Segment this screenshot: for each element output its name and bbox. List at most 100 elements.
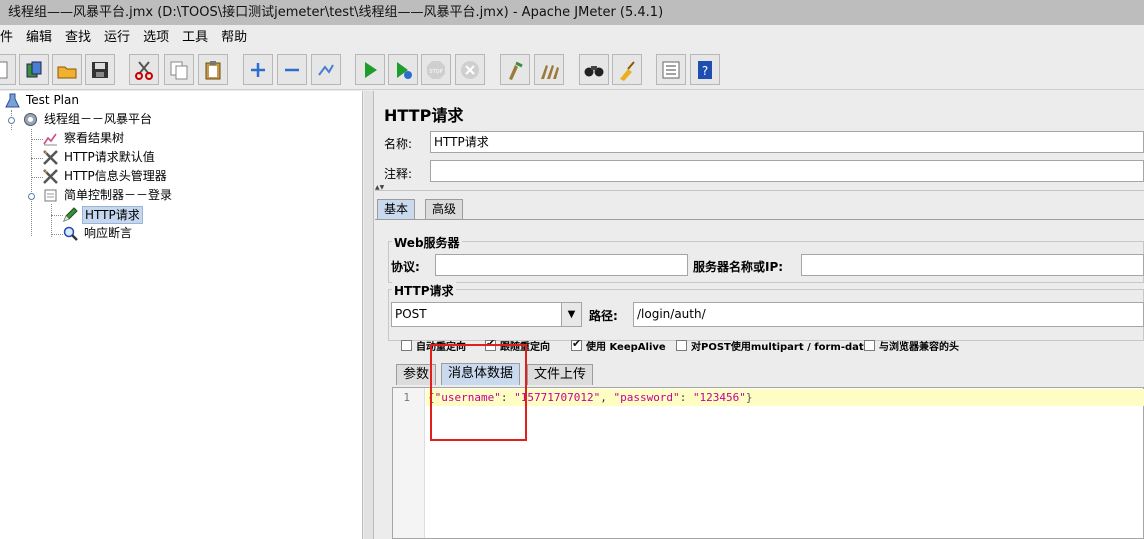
window-title-bar: 线程组——风暴平台.jmx (D:\TOOS\接口测试jemeter\test\… (0, 0, 1144, 25)
start-button[interactable] (355, 54, 385, 85)
templates-icon (26, 61, 42, 77)
copy-icon (170, 61, 188, 79)
window-title: 线程组——风暴平台.jmx (D:\TOOS\接口测试jemeter\test\… (8, 5, 664, 20)
toolbar: STOP ? (0, 50, 1144, 90)
save-button[interactable] (85, 54, 115, 85)
checkbox-multipart[interactable]: 对POST使用multipart / form-data (676, 338, 870, 353)
toggle-button[interactable] (311, 54, 341, 85)
tree-node-view-results-tree[interactable]: 察看结果树 (42, 129, 126, 148)
reset-search-button[interactable] (612, 54, 642, 85)
name-field[interactable]: HTTP请求 (430, 131, 1144, 153)
thread-group-gear-icon (22, 111, 39, 128)
open-button[interactable] (52, 54, 82, 85)
protocol-label: 协议: (391, 260, 420, 274)
menu-file[interactable]: 件 (0, 25, 18, 50)
http-request-panel: HTTP请求 名称: HTTP请求 注释: ▲▼ 基本 高级 Web服务器 协议… (375, 91, 1144, 539)
server-name-label: 服务器名称或IP: (693, 260, 784, 274)
highlight-annotation-box (430, 344, 527, 441)
code-token: "password" (613, 391, 680, 404)
page-title: HTTP请求 (384, 106, 464, 125)
path-field[interactable]: /login/auth/ (633, 302, 1144, 327)
open-icon (57, 66, 77, 78)
path-label: 路径: (589, 309, 618, 323)
search-icon (584, 65, 604, 76)
start-no-pauses-button[interactable] (388, 54, 418, 85)
test-plan-icon (4, 92, 21, 109)
tab-advanced[interactable]: 高级 (425, 199, 464, 220)
collapse-arrows-icon[interactable]: ▲▼ (375, 185, 1144, 191)
comment-field[interactable] (430, 160, 1144, 182)
templates-button[interactable] (19, 54, 49, 85)
stop-icon: STOP (427, 60, 445, 79)
checkbox-label: 与浏览器兼容的头 (879, 342, 959, 353)
code-token: , (600, 391, 614, 404)
clear-all-button[interactable] (534, 54, 564, 85)
search-button[interactable] (579, 54, 609, 85)
shutdown-icon (461, 60, 479, 79)
menu-edit[interactable]: 编辑 (26, 25, 57, 50)
code-line[interactable]: {"username": "15771707012", "password": … (426, 389, 1144, 406)
tree-node-http-request[interactable]: HTTP请求 (62, 205, 143, 224)
save-icon (92, 61, 108, 78)
tree-node-label: 响应断言 (84, 226, 133, 240)
method-select[interactable]: POST ▼ (391, 302, 582, 327)
menu-tools[interactable]: 工具 (182, 25, 213, 50)
checkbox-label: 对POST使用multipart / form-data (691, 342, 871, 353)
server-name-field[interactable] (801, 254, 1144, 276)
paste-button[interactable] (198, 54, 228, 85)
tree-node-label: Test Plan (26, 93, 79, 107)
code-token: "123456" (692, 391, 746, 404)
clear-button[interactable] (500, 54, 530, 85)
tree-node-http-defaults[interactable]: HTTP请求默认值 (42, 148, 157, 167)
clear-all-icon (541, 64, 559, 79)
copy-button[interactable] (164, 54, 194, 85)
expand-all-button[interactable] (243, 54, 273, 85)
checkbox-box (864, 340, 875, 351)
shutdown-button[interactable] (455, 54, 485, 85)
http-request-group-title: HTTP请求 (392, 282, 456, 299)
clear-icon (509, 61, 523, 80)
checkbox-label: 使用 KeepAlive (586, 342, 666, 353)
web-server-group-title: Web服务器 (392, 234, 462, 251)
cut-icon (135, 60, 153, 80)
tab-basic[interactable]: 基本 (377, 199, 416, 220)
config-tools-icon (42, 168, 59, 185)
protocol-field[interactable] (435, 254, 688, 276)
tree-node-test-plan[interactable]: Test Plan (4, 91, 81, 110)
help-button[interactable]: ? (690, 54, 720, 85)
code-token: "15771707012" (514, 391, 601, 404)
controller-icon (42, 187, 59, 204)
function-helper-icon (662, 61, 680, 78)
menu-run[interactable]: 运行 (104, 25, 135, 50)
new-button[interactable] (0, 54, 16, 85)
function-helper-button[interactable] (656, 54, 686, 85)
paste-icon (205, 60, 221, 79)
tree-node-label: 简单控制器－－登录 (64, 188, 173, 202)
start-icon (365, 61, 377, 78)
split-pane-divider[interactable] (364, 91, 374, 539)
cut-button[interactable] (129, 54, 159, 85)
config-tools-icon (42, 149, 59, 166)
line-number: 1 (403, 391, 410, 404)
checkbox-keepalive[interactable]: 使用 KeepAlive (571, 337, 666, 353)
tree-node-header-manager[interactable]: HTTP信息头管理器 (42, 167, 169, 186)
collapse-all-button[interactable] (277, 54, 307, 85)
line-number-gutter: 1 (393, 388, 425, 538)
collapse-icon (285, 68, 299, 71)
tree-node-simple-controller[interactable]: 简单控制器－－登录 (42, 186, 174, 205)
tree-node-label: 线程组－－风暴平台 (44, 112, 153, 126)
chart-listener-icon (42, 130, 59, 147)
tree-node-label: HTTP请求 (82, 205, 143, 224)
reset-search-icon (620, 60, 635, 81)
checkbox-browser-headers[interactable]: 与浏览器兼容的头 (864, 338, 959, 353)
menu-help[interactable]: 帮助 (221, 25, 252, 50)
expand-icon (251, 62, 265, 77)
menu-options[interactable]: 选项 (143, 25, 174, 50)
chevron-down-icon[interactable]: ▼ (561, 303, 581, 326)
tab-files-upload[interactable]: 文件上传 (527, 364, 594, 385)
tree-node-thread-group[interactable]: 线程组－－风暴平台 (22, 110, 154, 129)
stop-button[interactable]: STOP (421, 54, 451, 85)
menu-search[interactable]: 查找 (65, 25, 96, 50)
tree-node-response-assertion[interactable]: 响应断言 (62, 224, 134, 243)
comment-label: 注释: (384, 167, 413, 181)
